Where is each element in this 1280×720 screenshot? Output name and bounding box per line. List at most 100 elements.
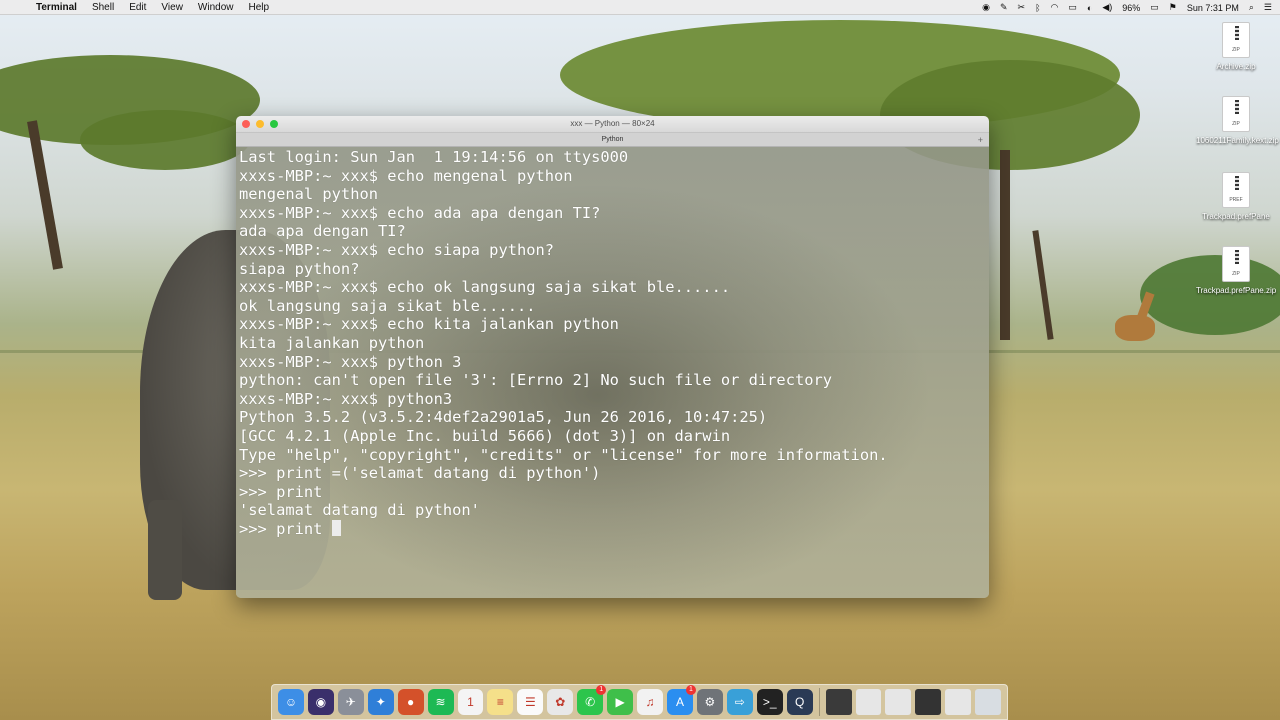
- spotify-glyph: ≋: [435, 695, 446, 709]
- finder-icon[interactable]: ☺: [278, 689, 304, 715]
- new-tab-icon[interactable]: +: [978, 133, 983, 147]
- itunes-icon[interactable]: ♫: [637, 689, 663, 715]
- photos-icon[interactable]: ✿: [547, 689, 574, 715]
- desktop-file-trackpad-prefpane-zip[interactable]: ZIP Trackpad.prefPane.zip: [1196, 246, 1276, 296]
- firefox-icon[interactable]: ●: [397, 689, 424, 715]
- system-preferences-glyph: ⚙: [704, 695, 716, 709]
- battery-icon[interactable]: ▭: [1150, 2, 1159, 13]
- system-preferences-icon[interactable]: ⚙: [696, 689, 723, 715]
- text-cursor: [331, 519, 341, 536]
- spotify-icon[interactable]: ≋: [427, 689, 454, 715]
- terminal-line: >>> print: [239, 482, 323, 501]
- terminal-line: [GCC 4.2.1 (Apple Inc. build 5666) (dot …: [239, 426, 731, 445]
- spotlight-search-icon[interactable]: ⌕: [1249, 2, 1254, 13]
- safari-icon[interactable]: ✦: [367, 689, 394, 715]
- terminal-line: 'selamat datang di python': [239, 501, 480, 520]
- tab-bar: Python +: [236, 132, 989, 147]
- notification-badge: 1: [685, 685, 696, 695]
- terminal-line: xxxs-MBP:~ xxx$ echo kita jalankan pytho…: [239, 315, 619, 334]
- terminal-line: Type "help", "copyright", "credits" or "…: [239, 445, 888, 464]
- whatsapp-icon[interactable]: ✆ 1: [577, 685, 607, 715]
- dock: ☺ ◉ ✈ ✦ ● ≋ 1 ≡ ☰ ✿ ✆ 1 ▶ ♫ A 1 ⚙ ⇨ >_ Q: [271, 684, 1008, 720]
- terminal-input[interactable]: >>> print: [239, 520, 332, 538]
- volume-icon[interactable]: ◀): [1102, 2, 1112, 13]
- terminal-window[interactable]: xxx — Python — 80×24 Python + Last login…: [236, 116, 989, 598]
- siri-glyph: ◉: [315, 695, 327, 709]
- terminal-line: ada apa dengan TI?: [239, 222, 406, 241]
- finder-glyph: ☺: [284, 695, 298, 709]
- zoom-button[interactable]: [270, 120, 278, 128]
- terminal-line: python: can't open file '3': [Errno 2] N…: [239, 371, 833, 390]
- tools-icon[interactable]: ✂: [1018, 2, 1026, 13]
- terminal-line: ok langsung saja sikat ble......: [239, 296, 536, 315]
- window-titlebar[interactable]: xxx — Python — 80×24: [236, 116, 989, 132]
- airplay-icon[interactable]: ▭: [1068, 2, 1077, 13]
- zip-file-icon: ZIP: [1222, 22, 1250, 58]
- terminal-line: Python 3.5.2 (v3.5.2:4def2a2901a5, Jun 2…: [239, 408, 768, 427]
- notes-icon[interactable]: ≡: [487, 689, 514, 715]
- dock-document-4-icon[interactable]: [915, 689, 942, 715]
- menu-help[interactable]: Help: [249, 2, 270, 13]
- dock-document-3-icon[interactable]: [885, 689, 912, 715]
- dock-document-2-icon[interactable]: [855, 689, 882, 715]
- reminders-glyph: ☰: [524, 695, 536, 709]
- minimize-button[interactable]: [256, 120, 264, 128]
- dock-separator: [818, 688, 820, 716]
- desktop-file-archive-zip[interactable]: ZIP Archive.zip: [1196, 22, 1276, 72]
- desktop-file-trackpad-prefpane[interactable]: PREF Trackpad.prefPane: [1196, 172, 1276, 222]
- quicktime-icon[interactable]: Q: [786, 689, 813, 715]
- notification-center-icon[interactable]: ☰: [1264, 2, 1272, 13]
- terminal-icon[interactable]: >_: [756, 689, 783, 715]
- whatsapp-glyph: ✆: [585, 695, 596, 709]
- user-flag-icon[interactable]: ⚑: [1169, 2, 1177, 13]
- dock-document-5-icon[interactable]: [945, 689, 972, 715]
- menu-window[interactable]: Window: [198, 2, 234, 13]
- photos-glyph: ✿: [555, 695, 566, 709]
- wifi-icon[interactable]: ◠: [1051, 2, 1059, 13]
- terminal-line: xxxs-MBP:~ xxx$ echo siapa python?: [239, 240, 555, 259]
- record-icon[interactable]: ◉: [982, 2, 990, 13]
- reminders-icon[interactable]: ☰: [517, 689, 544, 715]
- menu-edit[interactable]: Edit: [129, 2, 146, 13]
- itunes-glyph: ♫: [645, 695, 655, 709]
- bluetooth-icon[interactable]: ᛒ: [1035, 3, 1040, 13]
- siri-icon[interactable]: ◉: [307, 689, 334, 715]
- app-store-icon[interactable]: A1: [666, 685, 696, 715]
- quicktime-glyph: Q: [794, 695, 805, 709]
- script-icon[interactable]: ✎: [1000, 2, 1008, 13]
- desktop-file-kext-zip[interactable]: ZIP 1060211Family.kext.zip: [1196, 96, 1279, 146]
- terminal-line: xxxs-MBP:~ xxx$ echo mengenal python: [239, 166, 573, 185]
- window-title: xxx — Python — 80×24: [570, 119, 655, 128]
- trash-icon[interactable]: [975, 689, 1002, 715]
- terminal-line: mengenal python: [239, 185, 378, 204]
- menu-shell[interactable]: Shell: [92, 2, 114, 13]
- display-icon[interactable]: ◐: [1087, 3, 1092, 13]
- battery-percent[interactable]: 96%: [1122, 3, 1140, 13]
- clock[interactable]: Sun 7:31 PM: [1187, 3, 1239, 13]
- facetime-icon[interactable]: ▶: [607, 689, 634, 715]
- launchpad-icon[interactable]: ✈: [337, 689, 364, 715]
- terminal-prompt-line[interactable]: >>> print: [239, 519, 986, 539]
- desktop-file-label: Trackpad.prefPane: [1202, 212, 1270, 221]
- terminal-line: siapa python?: [239, 259, 360, 278]
- notification-badge: 1: [596, 685, 607, 695]
- terminal-line: Last login: Sun Jan 1 19:14:56 on ttys00…: [239, 148, 629, 166]
- migration-icon[interactable]: ⇨: [726, 689, 753, 715]
- calendar-icon[interactable]: 1: [457, 689, 484, 715]
- terminal-line: xxxs-MBP:~ xxx$ echo ok langsung saja si…: [239, 278, 731, 297]
- tab-python[interactable]: Python: [602, 136, 624, 143]
- safari-glyph: ✦: [375, 695, 386, 709]
- migration-glyph: ⇨: [734, 695, 745, 709]
- menu-view[interactable]: View: [161, 2, 183, 13]
- desktop-file-label: 1060211Family.kext.zip: [1196, 136, 1279, 145]
- app-store-glyph: A: [675, 695, 684, 709]
- close-button[interactable]: [242, 120, 250, 128]
- menu-app-terminal[interactable]: Terminal: [36, 2, 77, 13]
- prefpane-file-icon: PREF: [1222, 172, 1250, 208]
- terminal-output[interactable]: Last login: Sun Jan 1 19:14:56 on ttys00…: [236, 147, 989, 598]
- desktop-file-label: Trackpad.prefPane.zip: [1196, 286, 1277, 295]
- dock-document-1-icon[interactable]: [825, 689, 852, 715]
- terminal-line: kita jalankan python: [239, 333, 425, 352]
- facetime-glyph: ▶: [615, 695, 625, 709]
- terminal-line: xxxs-MBP:~ xxx$ python3: [239, 389, 453, 408]
